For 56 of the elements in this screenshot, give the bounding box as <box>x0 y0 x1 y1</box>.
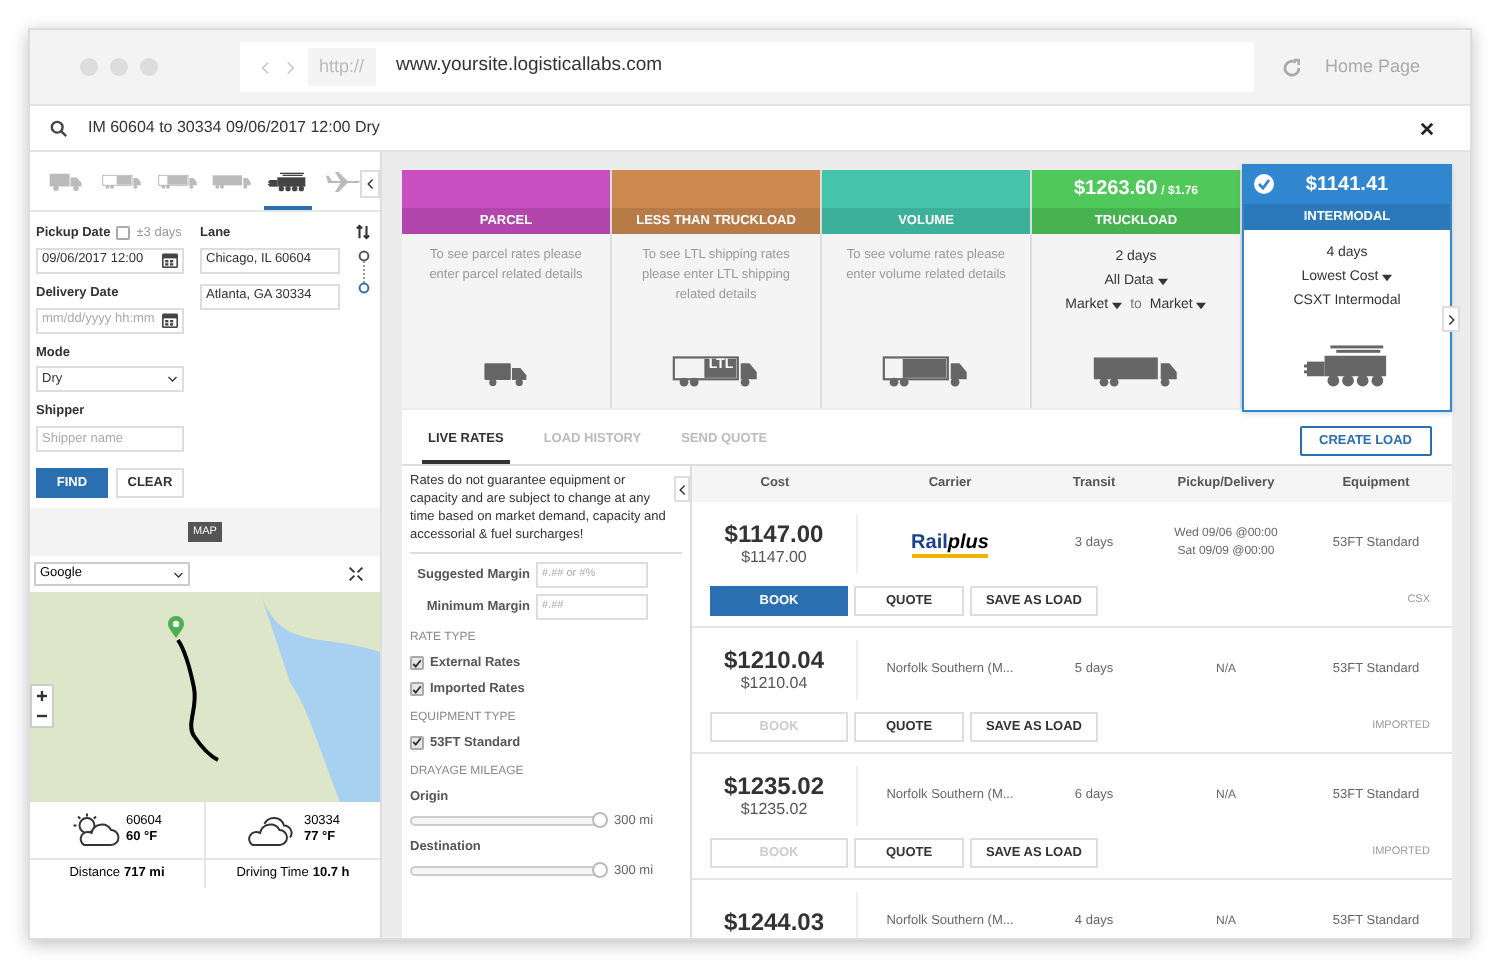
caret-icon <box>1157 278 1168 286</box>
forward-icon[interactable] <box>283 59 296 75</box>
chevron-down-icon <box>166 374 178 385</box>
carrier-logo: Railplus <box>911 531 989 557</box>
search-query: IM 60604 to 30334 09/06/2017 12:00 Dry <box>88 116 382 140</box>
address-bar[interactable]: http:// www.yoursite.logisticallabs.com <box>239 42 1254 92</box>
rate-cost: $1244.03 <box>723 909 825 935</box>
expand-icon[interactable] <box>348 566 364 582</box>
box-truck-icon <box>157 172 198 192</box>
service-price: $1141.41 <box>1305 172 1389 200</box>
chevron-right-icon <box>1446 313 1456 325</box>
refresh-icon[interactable] <box>1281 57 1301 77</box>
mileage-slider[interactable] <box>410 816 606 827</box>
next-arrow-button[interactable] <box>1442 306 1460 332</box>
rate-cost: $1210.04 <box>723 647 825 673</box>
caret-icon <box>1382 274 1393 282</box>
rate-cost: $1235.02 <box>723 773 825 799</box>
locomotive-icon <box>1303 342 1391 390</box>
slider-thumb[interactable] <box>592 861 608 878</box>
mileage-slider[interactable] <box>410 865 606 876</box>
ltl-truck-icon <box>101 172 142 192</box>
locomotive-icon <box>268 172 309 192</box>
calendar-icon <box>162 252 178 269</box>
delivery-van-icon <box>45 172 86 192</box>
location-pin-icon <box>168 616 184 638</box>
chevron-left-icon <box>677 483 687 495</box>
chevron-down-icon <box>172 569 184 579</box>
check-circle-icon <box>1254 174 1274 194</box>
calendar-icon <box>162 312 178 328</box>
slider-thumb[interactable] <box>592 812 608 829</box>
rate-cost-secondary: $1235.02 <box>740 799 808 819</box>
airplane-icon <box>324 172 365 192</box>
box-truck-icon <box>880 356 972 388</box>
semi-truck-icon <box>1090 356 1182 388</box>
caret-icon <box>1196 302 1207 310</box>
delivery-van-icon <box>482 360 530 388</box>
search-icon <box>50 119 68 137</box>
route-line <box>174 636 222 764</box>
zoom-in-button[interactable] <box>32 686 52 706</box>
search-bar[interactable]: IM 60604 to 30334 09/06/2017 12:00 Dry <box>30 104 1470 152</box>
collapse-panel-button[interactable] <box>360 170 380 198</box>
rate-cost-secondary: $1210.04 <box>740 673 808 693</box>
chevron-left-icon <box>365 178 375 190</box>
partly-sunny-icon <box>71 812 120 848</box>
rate-cost: $1147.00 <box>724 521 824 547</box>
collapse-filters-button[interactable] <box>674 476 690 502</box>
semi-truck-icon <box>212 172 253 192</box>
cloud-icon <box>245 812 298 848</box>
swap-icon[interactable] <box>356 224 370 240</box>
back-icon[interactable] <box>259 59 272 75</box>
url-scheme: http:// <box>307 47 377 87</box>
caret-icon <box>1112 302 1123 310</box>
route-stops-icon <box>357 250 369 294</box>
close-icon[interactable] <box>1420 121 1434 135</box>
url-text: www.yoursite.logisticallabs.com <box>396 52 663 81</box>
rate-cost-secondary: $1147.00 <box>741 547 807 567</box>
